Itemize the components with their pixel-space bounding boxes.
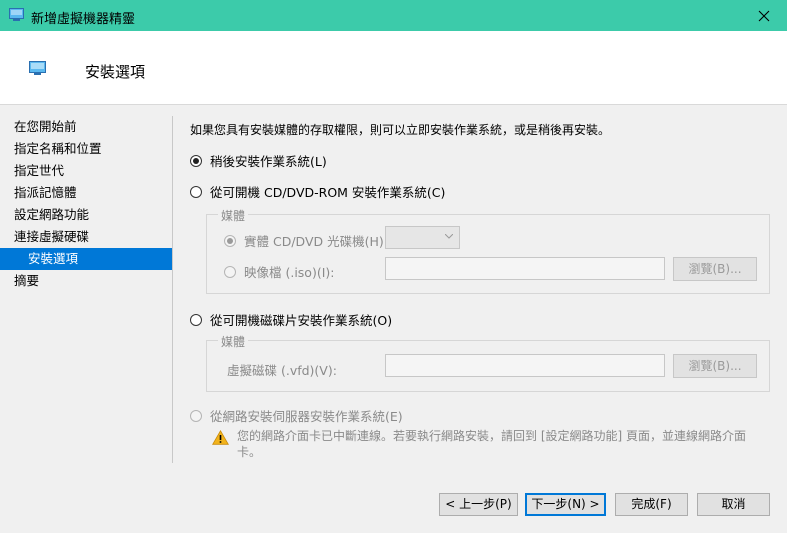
radio-image-file[interactable] — [224, 265, 236, 278]
radio-install-floppy[interactable] — [190, 313, 202, 326]
cancel-button[interactable]: 取消 — [697, 493, 770, 516]
window-title: 新增虛擬機器精靈 — [31, 12, 136, 27]
nav-item-summary[interactable]: 摘要 — [0, 270, 172, 292]
cd-media-group: 媒體 — [206, 207, 770, 294]
nav-divider — [172, 116, 173, 463]
vm-app-icon — [9, 8, 24, 21]
option-install-network[interactable]: 從網路安裝伺服器安裝作業系統(E) — [190, 406, 403, 425]
close-button[interactable] — [741, 0, 787, 31]
vm-icon — [29, 61, 46, 75]
cd-media-group-label: 媒體 — [218, 207, 249, 224]
image-file-label: 映像檔 (.iso)(I): — [244, 265, 335, 280]
option-install-floppy[interactable]: 從可開機磁碟片安裝作業系統(O) — [190, 310, 392, 329]
nav-item-virtual-disk[interactable]: 連接虛擬硬碟 — [0, 226, 172, 248]
physical-drive-select[interactable] — [385, 226, 460, 249]
image-file-path-field[interactable] — [385, 257, 665, 280]
radio-physical-drive[interactable] — [224, 234, 236, 247]
nav-item-networking[interactable]: 設定網路功能 — [0, 204, 172, 226]
browse-vfd-button[interactable]: 瀏覽(B)... — [673, 354, 757, 378]
option-install-cd-label: 從可開機 CD/DVD-ROM 安裝作業系統(C) — [210, 185, 446, 200]
radio-install-network[interactable] — [190, 409, 202, 422]
nav-item-generation[interactable]: 指定世代 — [0, 160, 172, 182]
option-image-file[interactable]: 映像檔 (.iso)(I): — [224, 262, 335, 281]
finish-button[interactable]: 完成(F) — [615, 493, 688, 516]
network-warning-text: 您的網路介面卡已中斷連線。若要執行網路安裝，請回到 [設定網路功能] 頁面，並連… — [237, 429, 746, 459]
nav-item-name-location[interactable]: 指定名稱和位置 — [0, 138, 172, 160]
wizard-window: 新增虛擬機器精靈 安裝選項 在您開始前 指定名稱和位置 指定世代 指派記憶體 設… — [0, 0, 787, 533]
nav-item-before-you-begin[interactable]: 在您開始前 — [0, 116, 172, 138]
radio-install-later[interactable] — [190, 154, 202, 167]
option-physical-drive[interactable]: 實體 CD/DVD 光碟機(H): — [224, 231, 388, 250]
nav-item-install-options[interactable]: 安裝選項 — [0, 248, 172, 270]
browse-iso-button[interactable]: 瀏覽(B)... — [673, 257, 757, 281]
next-button[interactable]: 下一步(N) > — [525, 493, 606, 516]
option-install-network-label: 從網路安裝伺服器安裝作業系統(E) — [210, 409, 403, 424]
vfd-label: 虛擬磁碟 (.vfd)(V): — [227, 363, 337, 378]
nav-item-memory[interactable]: 指派記憶體 — [0, 182, 172, 204]
option-install-later[interactable]: 稍後安裝作業系統(L) — [190, 151, 327, 170]
floppy-media-group-label: 媒體 — [218, 333, 249, 350]
chevron-down-icon — [445, 234, 453, 239]
option-install-cd[interactable]: 從可開機 CD/DVD-ROM 安裝作業系統(C) — [190, 182, 445, 201]
option-install-later-label: 稍後安裝作業系統(L) — [210, 154, 327, 169]
vfd-path-field[interactable] — [385, 354, 665, 377]
radio-install-cd[interactable] — [190, 185, 202, 198]
physical-drive-label: 實體 CD/DVD 光碟機(H): — [244, 234, 388, 249]
title-bar[interactable]: 新增虛擬機器精靈 — [0, 0, 787, 31]
warning-icon — [212, 430, 229, 445]
intro-text: 如果您具有安裝媒體的存取權限，則可以立即安裝作業系統，或是稍後再安裝。 — [190, 123, 611, 137]
wizard-nav: 在您開始前 指定名稱和位置 指定世代 指派記憶體 設定網路功能 連接虛擬硬碟 安… — [0, 116, 172, 292]
close-icon — [758, 10, 770, 21]
option-install-floppy-label: 從可開機磁碟片安裝作業系統(O) — [210, 313, 393, 328]
page-title: 安裝選項 — [85, 63, 146, 81]
page-header: 安裝選項 — [0, 31, 787, 105]
previous-button[interactable]: < 上一步(P) — [439, 493, 518, 516]
